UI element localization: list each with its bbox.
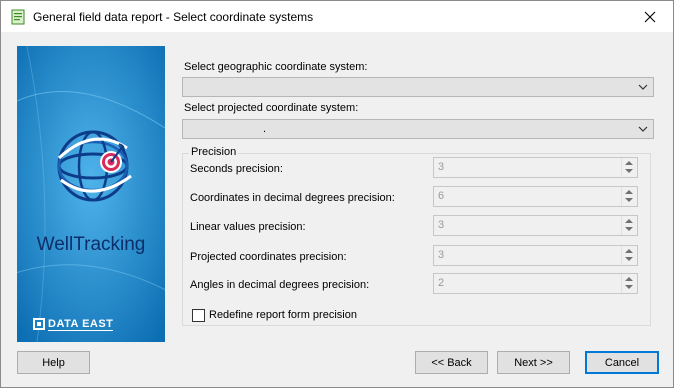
spin-buttons[interactable] [621, 246, 637, 265]
projected-precision-label: Projected coordinates precision: [190, 251, 347, 263]
linear-precision-label: Linear values precision: [190, 221, 306, 233]
seconds-precision-label: Seconds precision: [190, 163, 283, 175]
close-button[interactable] [627, 1, 673, 32]
product-banner: WellTracking DATA EAST [17, 46, 165, 342]
geographic-select[interactable] [182, 77, 654, 97]
spin-buttons[interactable] [621, 158, 637, 177]
precision-group [182, 153, 651, 326]
linear-precision-spinner[interactable]: 3 [433, 215, 638, 236]
spin-up-icon[interactable] [625, 277, 633, 281]
title-bar: General field data report - Select coord… [1, 1, 673, 32]
spin-buttons[interactable] [621, 274, 637, 293]
window-title: General field data report - Select coord… [33, 10, 314, 24]
close-icon [644, 11, 656, 22]
decimal-degrees-precision-value: 6 [438, 190, 445, 202]
precision-group-title: Precision [189, 146, 239, 158]
projected-precision-spinner[interactable]: 3 [433, 245, 638, 266]
dialog-window: General field data report - Select coord… [0, 0, 674, 388]
geographic-label: Select geographic coordinate system: [184, 61, 368, 73]
spin-down-icon[interactable] [625, 198, 633, 202]
projected-label: Select projected coordinate system: [184, 102, 359, 114]
spin-up-icon[interactable] [625, 190, 633, 194]
spin-buttons[interactable] [621, 187, 637, 206]
decimal-degrees-precision-label: Coordinates in decimal degrees precision… [190, 192, 395, 204]
redefine-precision-checkbox[interactable] [192, 309, 205, 322]
brand-bar: DATA EAST [33, 317, 151, 331]
back-button[interactable]: << Back [415, 351, 488, 374]
linear-precision-value: 3 [438, 219, 445, 231]
spin-up-icon[interactable] [625, 161, 633, 165]
projected-precision-value: 3 [438, 249, 445, 261]
seconds-precision-value: 3 [438, 161, 445, 173]
angles-precision-value: 2 [438, 277, 445, 289]
chevron-down-icon [638, 126, 648, 132]
cancel-button[interactable]: Cancel [585, 351, 659, 374]
report-document-icon [11, 9, 25, 25]
seconds-precision-spinner[interactable]: 3 [433, 157, 638, 178]
spin-buttons[interactable] [621, 216, 637, 235]
spin-down-icon[interactable] [625, 257, 633, 261]
spin-down-icon[interactable] [625, 285, 633, 289]
projected-value: . [263, 123, 267, 135]
projected-select[interactable]: . [182, 119, 654, 139]
spin-down-icon[interactable] [625, 169, 633, 173]
product-name: WellTracking [36, 234, 146, 255]
angles-precision-spinner[interactable]: 2 [433, 273, 638, 294]
globe-logo-icon [57, 130, 132, 202]
brand-name: DATA EAST [48, 317, 114, 331]
spin-up-icon[interactable] [625, 219, 633, 223]
decimal-degrees-precision-spinner[interactable]: 6 [433, 186, 638, 207]
spin-down-icon[interactable] [625, 227, 633, 231]
redefine-precision-label: Redefine report form precision [209, 309, 357, 321]
data-east-logo-icon [33, 318, 45, 330]
spin-up-icon[interactable] [625, 249, 633, 253]
next-button[interactable]: Next >> [497, 351, 570, 374]
chevron-down-icon [638, 84, 648, 90]
angles-precision-label: Angles in decimal degrees precision: [190, 279, 370, 291]
help-button[interactable]: Help [17, 351, 90, 374]
